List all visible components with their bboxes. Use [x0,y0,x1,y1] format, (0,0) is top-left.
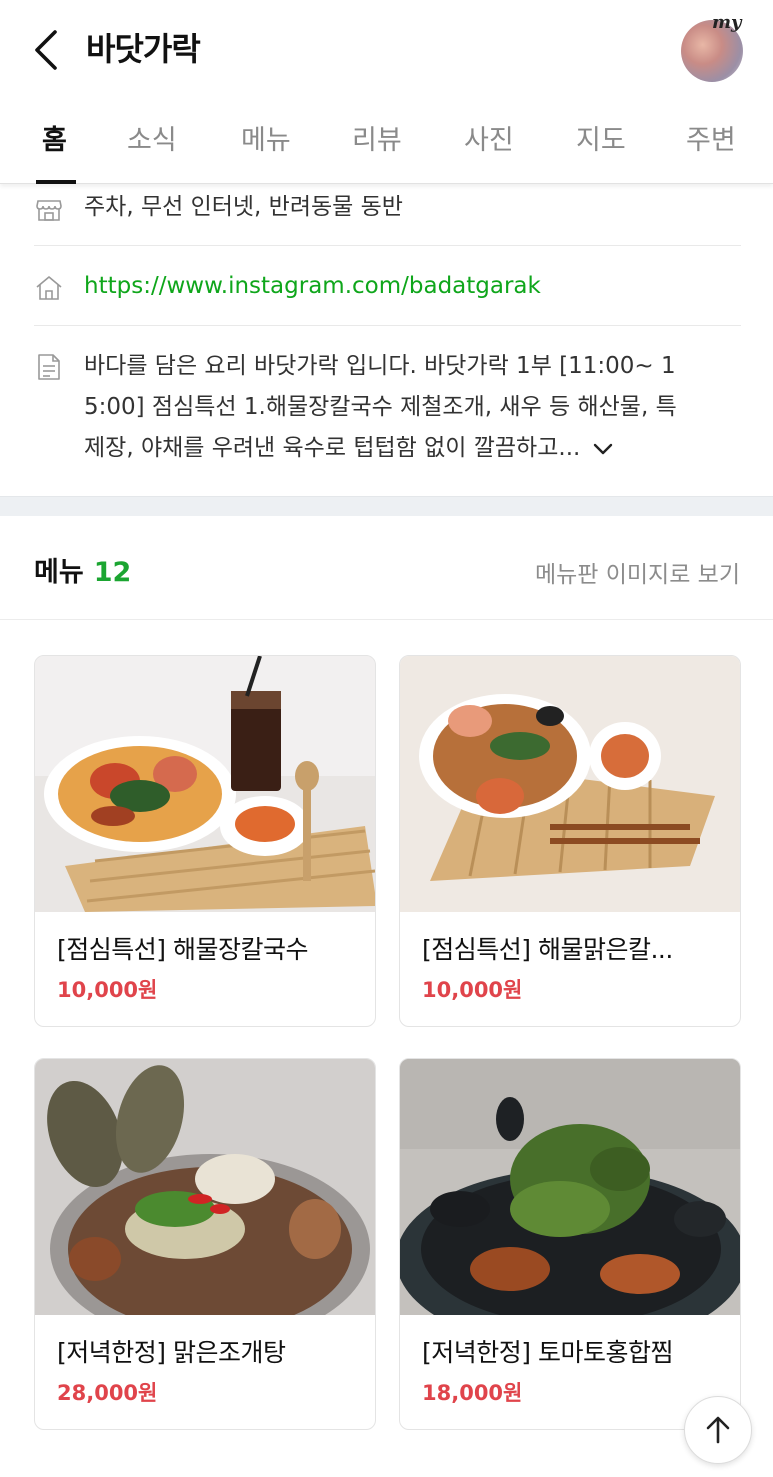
menu-card[interactable]: [저녁한정] 토마토홍합찜 18,000원 [399,1058,741,1430]
section-separator [0,496,773,516]
description-line: 5:00] 점심특선 1.해물장칼국수 제철조개, 새우 등 해산물, 특 [84,394,677,420]
back-arrow-icon [35,30,57,70]
tab-reviews[interactable]: 리뷰 [352,118,402,157]
menu-image-view-link[interactable]: 메뉴판 이미지로 보기 [535,555,740,589]
store-icon [36,200,62,221]
back-button[interactable] [26,26,66,74]
description-line-last: 제장, 야채를 우려낸 육수로 텁텁함 없이 깔끔하고... [84,428,744,469]
tab-menu[interactable]: 메뉴 [241,118,291,157]
tab-home[interactable]: 홈 [42,118,67,157]
amenities-row: 주차, 무선 인터넷, 반려동물 동반 [34,188,741,226]
page-title: 바닷가락 [86,30,201,68]
tab-news[interactable]: 소식 [127,118,177,157]
menu-card[interactable]: [점심특선] 해물맑은칼... 10,000원 [399,655,741,1027]
description-line: 바다를 담은 요리 바닷가락 입니다. 바닷가락 1부 [11:00~ 1 [84,353,676,379]
header: 바닷가락 my [0,0,773,100]
document-icon [38,354,60,380]
active-tab-indicator [36,180,76,184]
tab-bar: 홈 소식 메뉴 리뷰 사진 지도 주변 [0,100,773,184]
tab-map[interactable]: 지도 [576,118,626,157]
menu-item-name: [저녁한정] 토마토홍합찜 [422,1338,673,1367]
arrow-up-icon [706,1416,730,1444]
menu-item-name: [점심특선] 해물장칼국수 [57,935,308,964]
amenities-text: 주차, 무선 인터넷, 반려동물 동반 [84,194,403,220]
tab-nearby[interactable]: 주변 [686,118,736,157]
menu-heading: 메뉴 12 [34,550,131,589]
divider [34,325,741,326]
menu-card[interactable]: [저녁한정] 맑은조개탕 28,000원 [34,1058,376,1430]
menu-item-price: 18,000원 [422,1381,523,1405]
description-line: 제장, 야채를 우려낸 육수로 텁텁함 없이 깔끔하고... [84,435,581,461]
menu-heading-label: 메뉴 [34,557,84,588]
chevron-down-icon[interactable] [592,442,614,456]
menu-item-price: 10,000원 [57,978,158,1002]
menu-item-price: 10,000원 [422,978,523,1002]
menu-photo [400,1059,740,1315]
home-icon [36,276,62,300]
homepage-link[interactable]: https://www.instagram.com/badatgarak [84,267,541,305]
homepage-row: https://www.instagram.com/badatgarak [34,267,741,305]
menu-photo [35,656,375,912]
menu-item-name: [저녁한정] 맑은조개탕 [57,1338,286,1367]
menu-count: 12 [93,557,132,588]
description[interactable]: 바다를 담은 요리 바닷가락 입니다. 바닷가락 1부 [11:00~ 1 5:… [84,346,744,469]
menu-photo [400,656,740,912]
divider [0,619,773,620]
menu-item-name: [점심특선] 해물맑은칼... [422,935,673,964]
scroll-top-button[interactable] [684,1396,752,1464]
menu-photo [35,1059,375,1315]
my-badge: my [712,12,742,33]
menu-card[interactable]: [점심특선] 해물장칼국수 10,000원 [34,655,376,1027]
divider [34,245,741,246]
menu-item-price: 28,000원 [57,1381,158,1405]
tab-photos[interactable]: 사진 [464,118,514,157]
